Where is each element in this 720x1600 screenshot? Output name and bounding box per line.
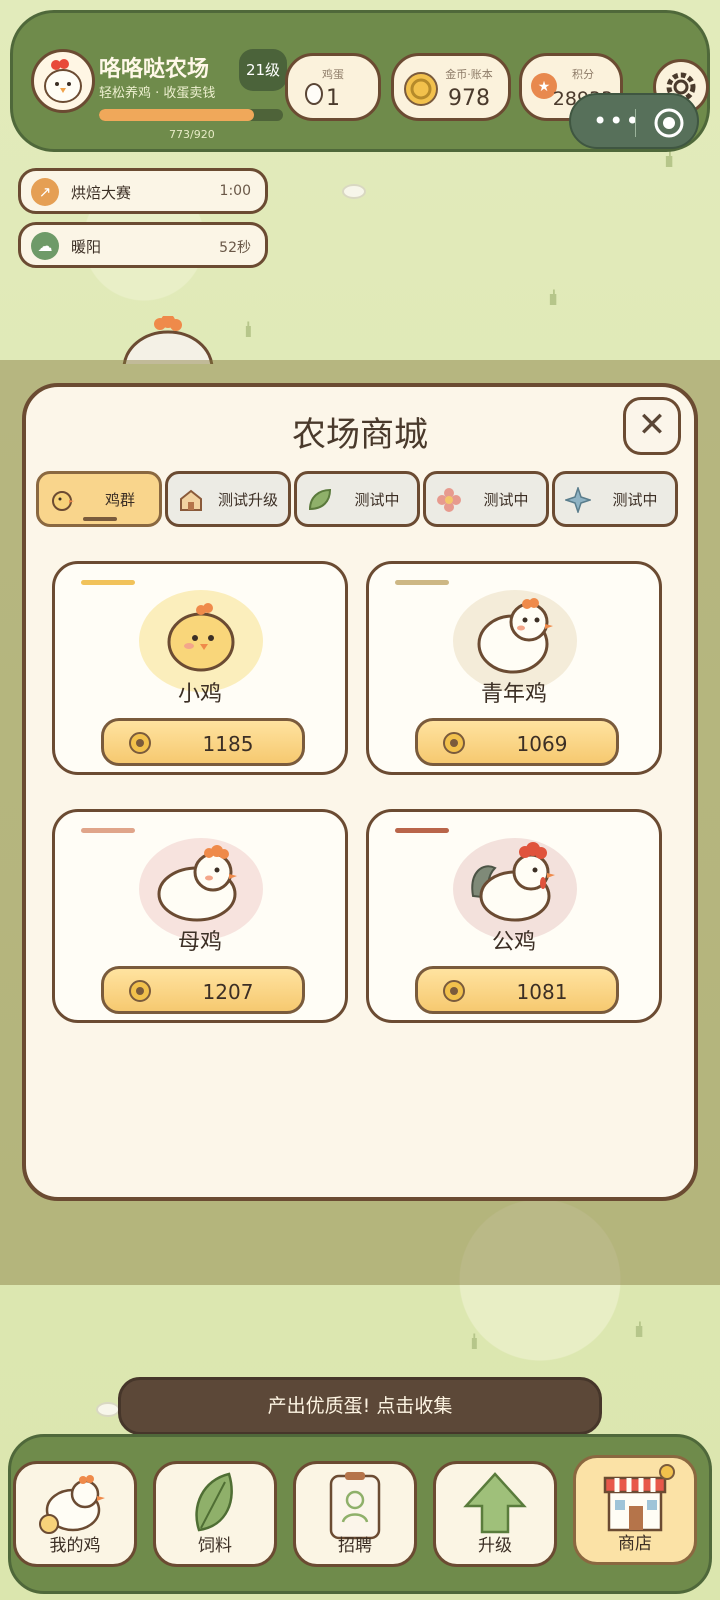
id-card-icon (329, 1472, 381, 1540)
grass-tuft: ılı (244, 318, 252, 342)
shop-item-hen[interactable]: 母鸡 1207 (52, 809, 348, 1023)
xp-text: 773/920 (169, 128, 215, 141)
coin-value: 978 (448, 86, 490, 111)
tab-flock[interactable]: 鸡群 (36, 471, 162, 527)
pebble (96, 1402, 120, 1417)
level-badge: 21级 (239, 49, 287, 91)
buy-button[interactable]: 1069 (415, 718, 619, 766)
grass-tuft: ılı (470, 1330, 478, 1354)
grass-tuft: ıılı (548, 286, 558, 310)
farm-subtitle: 轻松养鸡 · 收蛋卖钱 (99, 86, 216, 101)
arrow-up-icon (463, 1472, 527, 1534)
item-price: 1069 (516, 732, 568, 756)
collect-eggs-toast[interactable]: 产出优质蛋! 点击收集 (118, 1377, 602, 1435)
card-accent (395, 828, 449, 833)
event-name: 烘焙大赛 (71, 184, 132, 202)
active-tab-indicator (83, 517, 117, 521)
tab-testing-flower[interactable]: 测试中 (423, 471, 549, 527)
background-chicken (122, 316, 214, 364)
nav-label: 升级 (478, 1536, 512, 1556)
grass-tuft: ıılı (634, 1318, 644, 1342)
modal-title: 农场商城 (292, 415, 428, 455)
buy-button[interactable]: 1207 (101, 966, 305, 1014)
xp-progress-bar (99, 109, 283, 121)
shop-modal: 农场商城 ✕ 鸡群 测试升级 测试中 测试中 测试中 小鸡 1185 青年鸡 1… (22, 383, 698, 1201)
mini-program-capsule: ••• (569, 93, 699, 149)
tab-label: 鸡群 (104, 491, 135, 509)
capsule-divider (635, 109, 636, 137)
rooster-icon (471, 842, 555, 922)
tab-label: 测试中 (354, 491, 400, 509)
nav-label: 饲料 (198, 1536, 232, 1556)
item-price: 1081 (516, 980, 568, 1004)
leaf-icon (308, 488, 332, 511)
card-accent (81, 580, 135, 585)
close-button[interactable]: ✕ (623, 397, 681, 455)
tab-label: 测试中 (612, 491, 658, 509)
event-warm-sun[interactable]: ☁ 暖阳 52秒 (18, 222, 268, 268)
points-label: 积分 (572, 68, 594, 81)
shop-icon (603, 1464, 675, 1532)
item-name: 青年鸡 (480, 682, 547, 707)
tab-testing-sparkle[interactable]: 测试中 (552, 471, 678, 527)
coin-icon (129, 980, 151, 1002)
pebble (342, 184, 366, 199)
event-baking-contest[interactable]: ↗ 烘焙大赛 1:00 (18, 168, 268, 214)
nav-label: 招聘 (338, 1536, 372, 1556)
sparkle-icon (565, 487, 591, 513)
nav-my-chickens[interactable]: 我的鸡 (13, 1461, 137, 1567)
event-name: 暖阳 (71, 238, 102, 256)
event-time: 1:00 (219, 183, 251, 199)
top-status-bar: 咯咯哒农场 轻松养鸡 · 收蛋卖钱 21级 773/920 鸡蛋 1 金币·账本… (10, 10, 710, 152)
flower-icon (437, 488, 461, 512)
bottom-navigation: 我的鸡 饲料 招聘 升级 商店 (8, 1434, 712, 1594)
coin-icon (129, 732, 151, 754)
coin-icon (443, 732, 465, 754)
chicken-icon (39, 1475, 105, 1534)
tab-label: 测试升级 (217, 491, 278, 509)
coin-label: 金币·账本 (445, 68, 493, 81)
hen-icon (157, 845, 237, 922)
farm-avatar[interactable] (31, 49, 95, 113)
nav-upgrade[interactable]: 升级 (433, 1461, 557, 1567)
chick-icon (52, 491, 74, 511)
nav-recruit[interactable]: 招聘 (293, 1461, 417, 1567)
coin-counter[interactable]: 金币·账本 978 (391, 53, 511, 121)
chick-icon (167, 603, 235, 672)
item-name: 公鸡 (491, 930, 536, 955)
nav-feed[interactable]: 饲料 (153, 1461, 277, 1567)
shop-item-young-chicken[interactable]: 青年鸡 1069 (366, 561, 662, 775)
shop-item-rooster[interactable]: 公鸡 1081 (366, 809, 662, 1023)
young-chicken-icon (477, 598, 553, 674)
card-accent (395, 580, 449, 585)
buy-button[interactable]: 1081 (415, 966, 619, 1014)
item-price: 1185 (202, 732, 254, 756)
event-time: 52秒 (219, 240, 251, 256)
farm-name: 咯咯哒农场 (99, 57, 210, 82)
egg-label: 鸡蛋 (322, 68, 344, 81)
close-target-icon[interactable] (653, 107, 685, 139)
egg-value: 1 (326, 86, 340, 111)
item-name: 母鸡 (177, 930, 222, 955)
egg-counter[interactable]: 鸡蛋 1 (285, 53, 381, 121)
leaf-icon (195, 1472, 233, 1532)
shop-item-chick[interactable]: 小鸡 1185 (52, 561, 348, 775)
cloud-icon: ☁ (31, 232, 59, 260)
tab-testing-leaf[interactable]: 测试中 (294, 471, 420, 527)
tab-test-upgrade[interactable]: 测试升级 (165, 471, 291, 527)
tab-label: 测试中 (483, 491, 529, 509)
nav-shop[interactable]: 商店 (573, 1455, 697, 1565)
close-icon: ✕ (637, 405, 667, 445)
chicken-icon (44, 59, 82, 103)
nav-label: 我的鸡 (49, 1536, 101, 1556)
nav-label: 商店 (618, 1534, 652, 1554)
card-accent (81, 828, 135, 833)
house-icon (180, 489, 202, 511)
xp-progress-fill (99, 109, 254, 121)
item-price: 1207 (202, 980, 254, 1004)
coin-icon (443, 980, 465, 1002)
item-name: 小鸡 (177, 682, 222, 707)
buy-button[interactable]: 1185 (101, 718, 305, 766)
arrow-up-right-icon: ↗ (31, 178, 59, 206)
